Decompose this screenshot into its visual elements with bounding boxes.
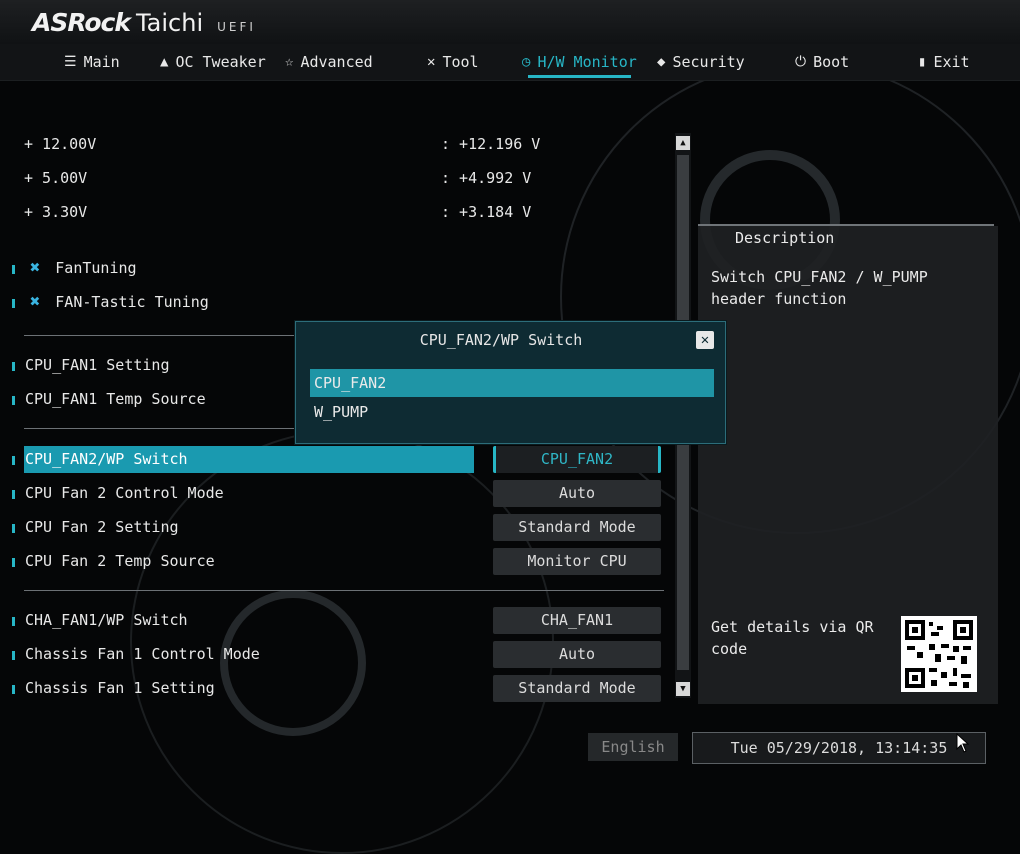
divider: [24, 428, 294, 429]
setting-label[interactable]: CPU Fan 2 Control Mode: [25, 481, 224, 505]
tab-label: Tool: [442, 53, 479, 71]
tab-boot[interactable]: ⏻ Boot: [795, 44, 849, 80]
setting-label[interactable]: Chassis Fan 1 Control Mode: [25, 642, 260, 666]
voltage-label: + 3.30V: [24, 203, 88, 221]
monitor-icon: ◷: [522, 54, 531, 70]
tab-label: Advanced: [300, 53, 373, 71]
language-button[interactable]: English: [588, 733, 678, 761]
option-dialog: CPU_FAN2/WP Switch ✕ CPU_FAN2 W_PUMP: [295, 321, 726, 444]
description-text: Switch CPU_FAN2 / W_PUMP header function: [711, 268, 928, 308]
setting-value-button[interactable]: Auto: [493, 641, 661, 668]
exit-icon: ▮: [918, 54, 927, 70]
item-marker: [12, 299, 15, 308]
dialog-option[interactable]: W_PUMP: [310, 398, 714, 426]
voltage-value: : +4.992 V: [441, 169, 532, 187]
setting-value-button[interactable]: CHA_FAN1: [493, 607, 661, 634]
setting-label[interactable]: CPU Fan 2 Temp Source: [25, 549, 215, 573]
wrench-cross-icon: ✖: [30, 258, 41, 278]
model-name: Taichi: [135, 9, 204, 37]
voltage-value: : +3.184 V: [441, 203, 532, 221]
setting-label[interactable]: CPU_FAN1 Temp Source: [25, 387, 206, 411]
setting-value-button[interactable]: Standard Mode: [493, 675, 661, 702]
rocket-icon: ▲: [160, 54, 169, 70]
divider: [24, 335, 294, 336]
tab-main[interactable]: ☰ Main: [64, 44, 120, 80]
item-marker: [12, 524, 15, 533]
voltage-label: + 12.00V: [24, 135, 97, 153]
brand-name: ASRock: [32, 8, 131, 37]
setting-value-button[interactable]: Monitor CPU: [493, 548, 661, 575]
item-marker: [12, 265, 15, 274]
tab-tool[interactable]: ✕ Tool: [427, 44, 479, 80]
dialog-option[interactable]: CPU_FAN2: [310, 369, 714, 397]
qr-caption: Get details via QR code: [711, 618, 874, 658]
tab-oc-tweaker[interactable]: ▲ OC Tweaker: [160, 44, 266, 80]
tab-advanced[interactable]: ☆ Advanced: [285, 44, 373, 80]
star-icon: ☆: [285, 54, 294, 70]
close-icon[interactable]: ✕: [696, 331, 714, 349]
setting-label[interactable]: CPU_FAN2/WP Switch: [25, 447, 188, 471]
datetime-display: Tue 05/29/2018, 13:14:35: [692, 732, 986, 764]
item-marker: [12, 558, 15, 567]
tab-label: Exit: [933, 53, 970, 71]
wrench-cross-icon: ✖: [30, 292, 41, 312]
item-marker: [12, 617, 15, 626]
dialog-title: CPU_FAN2/WP Switch: [419, 331, 583, 349]
list-icon: ☰: [64, 54, 77, 70]
tab-hw-monitor[interactable]: ◷ H/W Monitor: [522, 44, 637, 80]
setting-label[interactable]: CHA_FAN1/WP Switch: [25, 608, 188, 632]
divider: [24, 590, 664, 591]
tab-label: Boot: [813, 53, 850, 71]
mouse-cursor-icon: [956, 732, 970, 757]
description-title: Description: [735, 229, 835, 247]
item-marker: [12, 490, 15, 499]
setting-label[interactable]: CPU Fan 2 Setting: [25, 515, 179, 539]
tab-label: Security: [672, 53, 745, 71]
tool-label: FanTuning: [55, 259, 137, 277]
scroll-up-button[interactable]: ▲: [676, 136, 690, 150]
voltage-value: : +12.196 V: [441, 135, 541, 153]
uefi-label: UEFI: [217, 20, 256, 34]
tab-label: H/W Monitor: [537, 53, 637, 71]
item-marker: [12, 651, 15, 660]
setting-value-button[interactable]: CPU_FAN2: [493, 446, 661, 473]
title-bar: ASRock Taichi UEFI: [0, 0, 1020, 44]
main-tabs: ☰ Main ▲ OC Tweaker ☆ Advanced ✕ Tool ◷ …: [0, 44, 1020, 81]
item-marker: [12, 362, 15, 371]
shield-icon: ◆: [657, 54, 666, 70]
setting-value-button[interactable]: Standard Mode: [493, 514, 661, 541]
setting-label[interactable]: Chassis Fan 1 Setting: [25, 676, 215, 700]
voltage-label: + 5.00V: [24, 169, 88, 187]
tab-exit[interactable]: ▮ Exit: [918, 44, 970, 80]
tab-label: OC Tweaker: [175, 53, 266, 71]
setting-label[interactable]: CPU_FAN1 Setting: [25, 353, 170, 377]
tab-security[interactable]: ◆ Security: [657, 44, 745, 80]
item-marker: [12, 396, 15, 405]
setting-value-button[interactable]: Auto: [493, 480, 661, 507]
qr-code: [901, 616, 977, 692]
item-marker: [12, 456, 15, 465]
tab-label: Main: [83, 53, 120, 71]
power-icon: ⏻: [795, 54, 807, 70]
brand-logo: ASRock Taichi UEFI: [32, 8, 256, 38]
item-marker: [12, 685, 15, 694]
tool-label: FAN-Tastic Tuning: [55, 293, 209, 311]
scroll-down-button[interactable]: ▼: [676, 682, 690, 696]
tool-icon: ✕: [427, 54, 436, 70]
fan-tastic-tuning-item[interactable]: ✖ FAN-Tastic Tuning: [30, 290, 209, 314]
fantuning-item[interactable]: ✖ FanTuning: [30, 256, 137, 280]
